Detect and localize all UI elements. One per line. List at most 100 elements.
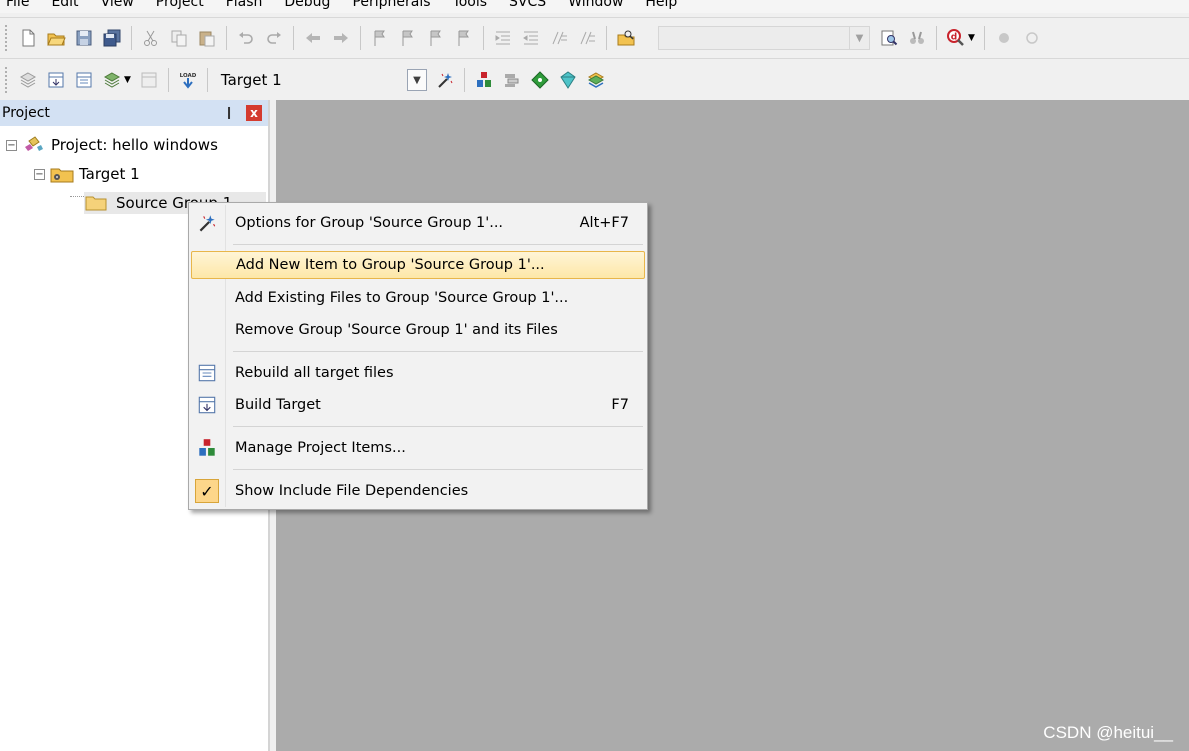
menu-project[interactable]: Project — [145, 0, 215, 13]
menu-view[interactable]: View — [90, 0, 145, 13]
project-items-icon — [476, 72, 491, 87]
tree-item-project[interactable]: − Project: hello windows — [6, 134, 218, 156]
manage-run-time-button[interactable] — [527, 67, 553, 93]
menu-item-add-existing-files[interactable]: Add Existing Files to Group 'Source Grou… — [191, 284, 645, 312]
toolbar-separator — [293, 26, 294, 50]
unindent-button[interactable] — [518, 25, 544, 51]
toolbar-separator — [606, 26, 607, 50]
clear-bookmarks-button[interactable] — [451, 25, 477, 51]
menu-peripherals[interactable]: Peripherals — [341, 0, 441, 13]
insert-bookmark-button[interactable] — [367, 25, 393, 51]
menu-debug[interactable]: Debug — [273, 0, 341, 13]
software-packs-button[interactable] — [583, 67, 609, 93]
menu-item-rebuild-all[interactable]: Rebuild all target files — [191, 359, 645, 387]
target-select-dropdown[interactable]: ▼ — [406, 69, 427, 91]
indent-button[interactable] — [490, 25, 516, 51]
select-packs-button[interactable] — [499, 67, 525, 93]
menu-item-manage-project-items[interactable]: Manage Project Items... — [191, 434, 645, 462]
menu-help[interactable]: Help — [634, 0, 688, 13]
pin-icon[interactable]: ❙ — [224, 105, 234, 119]
checkmark-icon: ✓ — [195, 479, 219, 503]
manage-project-items-button[interactable] — [471, 67, 497, 93]
disable-breakpoint-button[interactable] — [1019, 25, 1045, 51]
uncomment-button[interactable] — [574, 25, 600, 51]
toolbar-grip[interactable] — [4, 24, 8, 52]
pack-installer-button[interactable] — [555, 67, 581, 93]
toolbar-separator — [206, 68, 208, 92]
toolbar-divider — [0, 58, 1189, 59]
navigate-back-button[interactable] — [300, 25, 326, 51]
comment-icon — [552, 31, 567, 45]
undo-button[interactable] — [233, 25, 259, 51]
menu-tools[interactable]: Tools — [442, 0, 499, 13]
uncomment-icon — [580, 31, 595, 45]
find-button[interactable] — [876, 25, 902, 51]
breakpoint-button[interactable] — [991, 25, 1017, 51]
save-all-button[interactable] — [99, 25, 125, 51]
menu-item-add-new-item[interactable]: Add New Item to Group 'Source Group 1'..… — [191, 251, 645, 279]
previous-bookmark-button[interactable] — [395, 25, 421, 51]
menu-window[interactable]: Window — [557, 0, 634, 13]
batch-build-icon — [103, 72, 121, 88]
project-panel-title: Project — [2, 105, 50, 121]
magic-wand-icon — [199, 215, 216, 232]
menu-file[interactable]: File — [0, 0, 40, 13]
tree-item-target[interactable]: − Target 1 — [34, 163, 140, 185]
download-button[interactable]: LOAD — [175, 67, 201, 93]
packs-icon — [504, 74, 519, 87]
new-file-button[interactable] — [15, 25, 41, 51]
open-file-button[interactable] — [43, 25, 69, 51]
paste-button[interactable] — [194, 25, 220, 51]
find-icon — [881, 30, 898, 46]
navigate-forward-button[interactable] — [328, 25, 354, 51]
menu-item-remove-group[interactable]: Remove Group 'Source Group 1' and its Fi… — [191, 316, 645, 344]
menu-item-show-include-deps[interactable]: ✓ Show Include File Dependencies — [191, 477, 645, 505]
collapse-icon[interactable]: − — [6, 139, 17, 151]
tree-connector — [70, 196, 84, 197]
menu-item-shortcut: Alt+F7 — [579, 215, 629, 231]
build-button[interactable] — [43, 67, 69, 93]
toolbar-separator — [226, 26, 227, 50]
dropdown-caret-icon[interactable]: ▼ — [124, 75, 131, 85]
menu-item-label: Build Target — [235, 397, 321, 413]
menu-edit[interactable]: Edit — [40, 0, 89, 13]
debug-session-button[interactable]: d — [943, 25, 969, 51]
stop-build-button[interactable] — [136, 67, 162, 93]
save-button[interactable] — [71, 25, 97, 51]
toolbar-separator — [463, 68, 465, 92]
comment-button[interactable] — [546, 25, 572, 51]
menu-item-build-target[interactable]: Build Target F7 — [191, 391, 645, 419]
menu-separator — [233, 426, 643, 427]
unindent-icon — [523, 31, 538, 45]
find-in-files-button[interactable] — [613, 25, 639, 51]
watermark: CSDN @heitui__ — [1043, 723, 1173, 742]
toolbar-separator — [936, 26, 937, 50]
rebuild-button[interactable] — [71, 67, 97, 93]
menu-flash[interactable]: Flash — [215, 0, 274, 13]
collapse-icon[interactable]: − — [34, 168, 45, 180]
copy-button[interactable] — [166, 25, 192, 51]
options-for-target-button[interactable] — [432, 67, 458, 93]
batch-build-button[interactable] — [99, 67, 125, 93]
menu-item-label: Rebuild all target files — [235, 365, 394, 381]
close-icon[interactable]: x — [246, 105, 262, 121]
dropdown-caret-icon[interactable]: ▼ — [968, 33, 975, 43]
target-select[interactable]: Target 1 — [213, 71, 407, 89]
find-combo[interactable]: ▼ — [658, 26, 870, 50]
translate-button[interactable] — [15, 67, 41, 93]
redo-button[interactable] — [261, 25, 287, 51]
next-bookmark-button[interactable] — [423, 25, 449, 51]
toolbar-grip[interactable] — [4, 66, 8, 94]
menu-item-options-for-group[interactable]: Options for Group 'Source Group 1'... Al… — [191, 209, 645, 237]
paste-icon — [199, 31, 215, 47]
folder-icon — [85, 196, 107, 211]
toolbar-separator — [483, 26, 484, 50]
load-download-icon: LOAD — [180, 73, 197, 89]
copy-icon — [171, 30, 187, 47]
cut-button[interactable] — [138, 25, 164, 51]
incremental-find-button[interactable] — [904, 25, 930, 51]
toolbar-separator — [360, 26, 361, 50]
breakpoint-icon — [998, 33, 1009, 43]
diamond-teal-icon — [560, 71, 576, 89]
menu-svcs[interactable]: SVCS — [498, 0, 557, 13]
